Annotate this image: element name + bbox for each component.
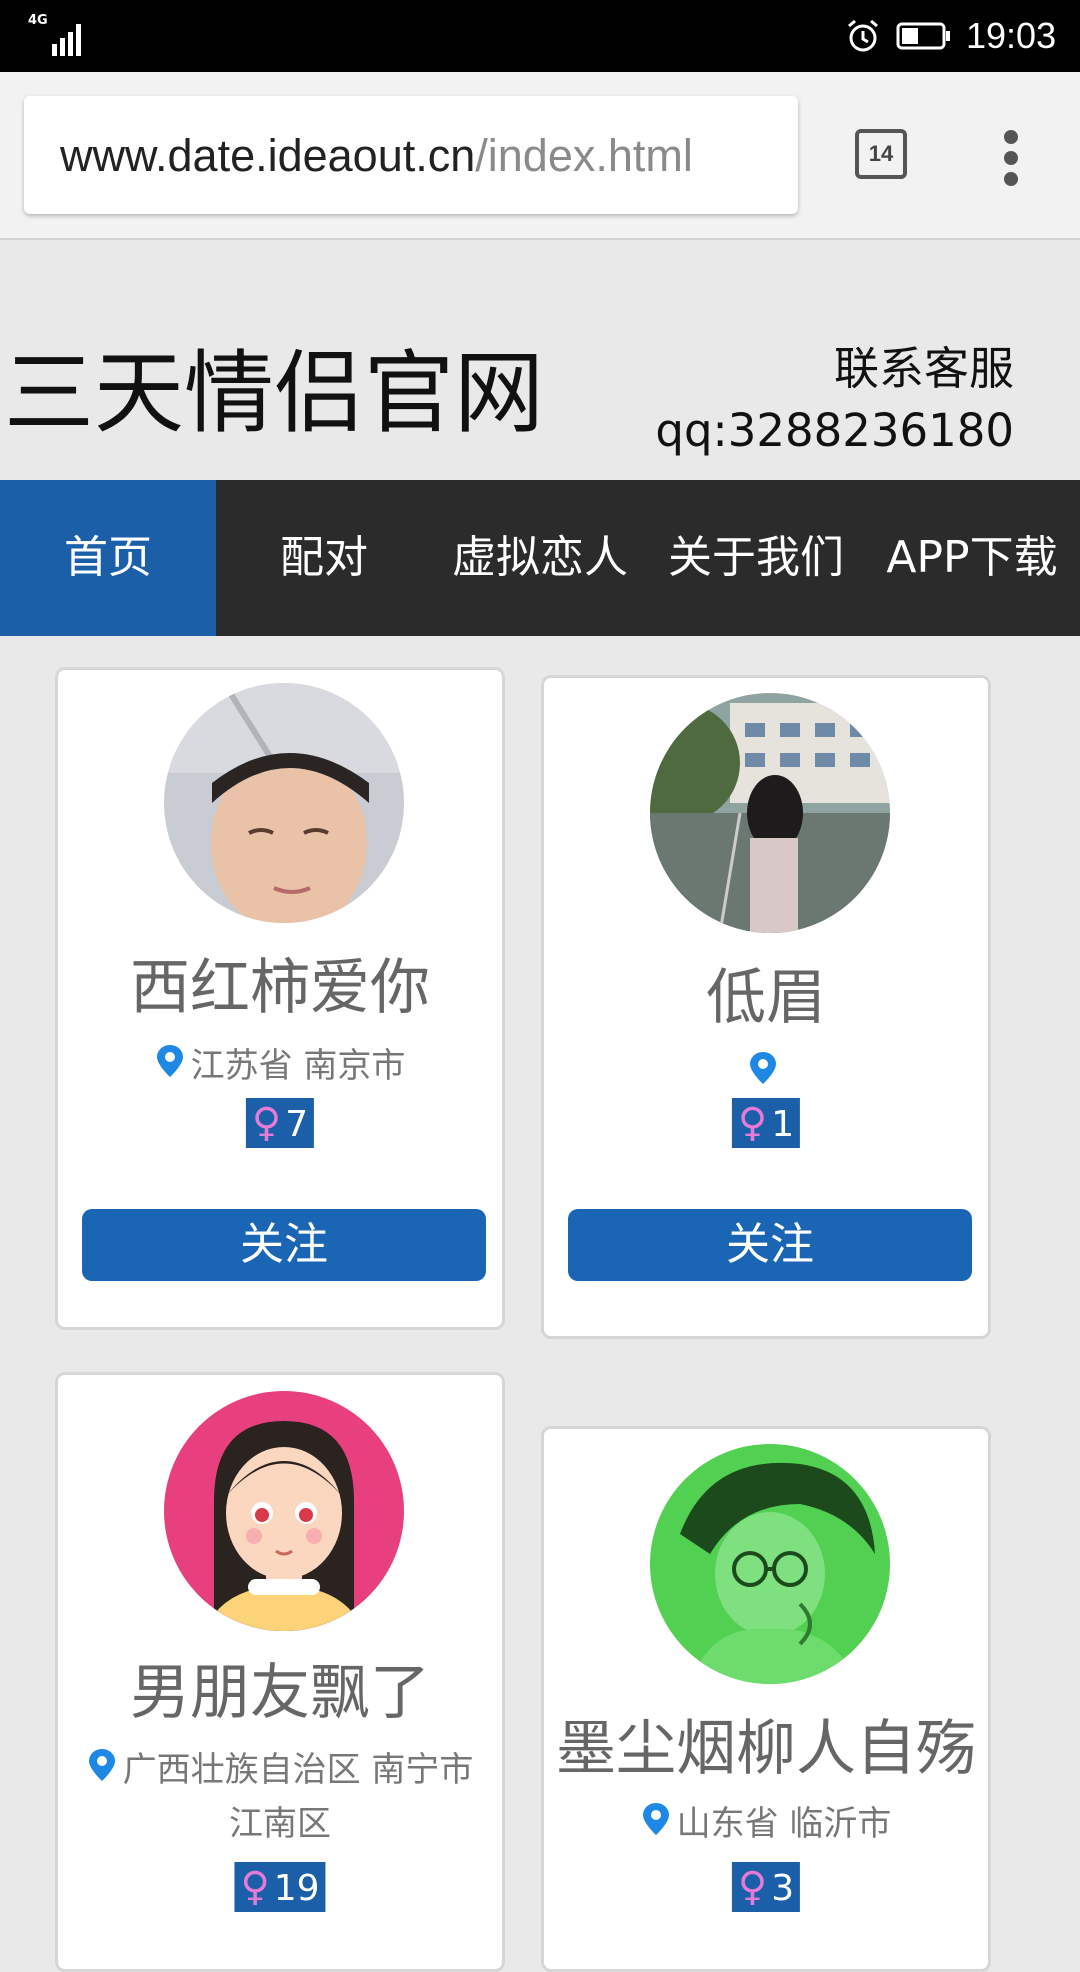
profile-name: 西红柿爱你 [130, 953, 430, 1023]
profile-location: 山东省 临沂市 [544, 1797, 988, 1851]
location-pin-icon [155, 1043, 185, 1079]
location-pin-icon [748, 1050, 778, 1086]
url-host: www.date.ideaout.cn [60, 130, 476, 181]
contact-label: 联系客服 [833, 342, 1014, 395]
female-icon: ♀ [737, 1100, 768, 1146]
status-bar: 4G 19:03 [0, 0, 1080, 72]
nav-item-match[interactable]: 配对 [216, 480, 432, 636]
profile-location: 广西壮族自治区 南宁市江南区 [58, 1743, 502, 1851]
signal-icon: 4G [28, 14, 88, 56]
clock: 19:03 [966, 15, 1057, 56]
age-value: 7 [285, 1104, 309, 1145]
nav-item-virtual-lover[interactable]: 虚拟恋人 [432, 480, 648, 636]
network-type: 4G [28, 13, 48, 28]
female-icon: ♀ [251, 1100, 282, 1146]
avatar[interactable] [164, 683, 404, 923]
female-icon: ♀ [240, 1864, 270, 1910]
alarm-icon [845, 18, 881, 54]
address-bar[interactable]: www.date.ideaout.cn/index.html [24, 96, 798, 214]
profile-name: 低眉 [706, 963, 826, 1033]
profile-location-text: 江苏省 南京市 [190, 1046, 406, 1086]
age-badge: ♀ 1 [731, 1098, 801, 1148]
profile-location-line2: 江南区 [229, 1804, 331, 1844]
main-nav: 首页 配对 虚拟恋人 关于我们 APP下载 [0, 480, 1080, 636]
profile-location: 江苏省 南京市 [58, 1039, 502, 1093]
avatar[interactable] [164, 1391, 404, 1631]
nav-item-home[interactable]: 首页 [0, 480, 216, 636]
browser-toolbar: www.date.ideaout.cn/index.html 14 [0, 72, 1080, 240]
profile-location-text: 广西壮族自治区 南宁市 [122, 1750, 474, 1790]
avatar[interactable] [650, 693, 890, 933]
age-value: 1 [771, 1104, 795, 1145]
follow-button[interactable]: 关注 [82, 1209, 486, 1281]
location-pin-icon [641, 1801, 671, 1837]
profile-location [544, 1046, 988, 1100]
age-badge: ♀ 7 [245, 1098, 315, 1148]
site-title: 三天情侣官网 [4, 341, 544, 446]
tab-count: 14 [868, 141, 894, 166]
age-value: 3 [771, 1868, 795, 1909]
female-icon: ♀ [737, 1864, 768, 1910]
tab-switcher-button[interactable]: 14 [855, 129, 907, 179]
age-value: 19 [273, 1868, 320, 1909]
profile-name: 墨尘烟柳人自殇 [556, 1714, 976, 1784]
profile-card: 低眉 ♀ 1 关注 [541, 675, 991, 1339]
profile-card: 西红柿爱你 江苏省 南京市 ♀ 7 关注 [55, 667, 505, 1330]
contact-qq[interactable]: qq:3288236180 [655, 400, 1014, 462]
profile-name: 男朋友飘了 [130, 1658, 430, 1728]
age-badge: ♀ 3 [731, 1862, 801, 1912]
profile-card: 墨尘烟柳人自殇 山东省 临沂市 ♀ 3 [541, 1426, 991, 1972]
more-vert-icon[interactable] [996, 130, 1026, 186]
contact-info: 联系客服 qq:3288236180 [655, 338, 1014, 462]
avatar[interactable] [650, 1444, 890, 1684]
follow-button[interactable]: 关注 [568, 1209, 972, 1281]
profile-location-text: 山东省 临沂市 [676, 1804, 892, 1844]
profile-card: 男朋友飘了 广西壮族自治区 南宁市江南区 ♀ 19 [55, 1372, 505, 1972]
url-path: /index.html [475, 130, 693, 181]
url-text: www.date.ideaout.cn/index.html [60, 130, 693, 182]
nav-item-app-download[interactable]: APP下载 [864, 480, 1080, 636]
age-badge: ♀ 19 [234, 1862, 326, 1912]
location-pin-icon [87, 1747, 117, 1783]
battery-icon [896, 22, 952, 50]
nav-item-about[interactable]: 关于我们 [648, 480, 864, 636]
